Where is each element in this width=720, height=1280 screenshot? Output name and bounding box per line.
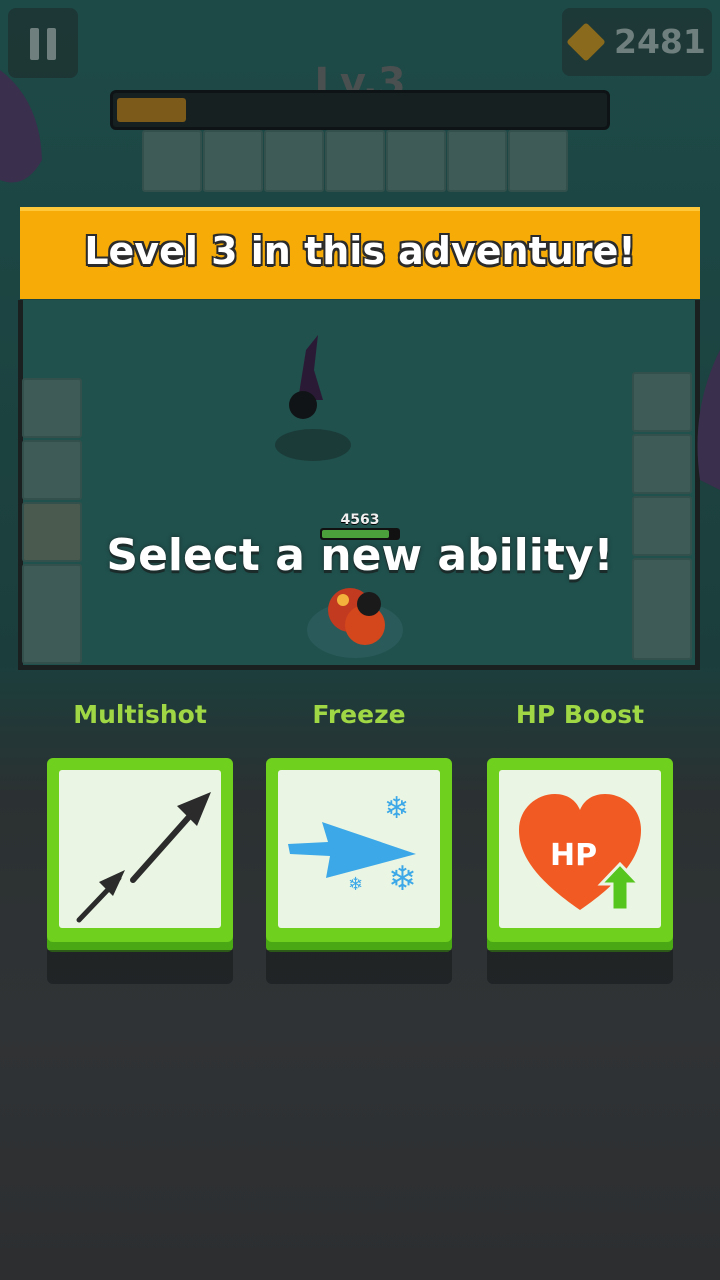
svg-text:❄: ❄ bbox=[348, 874, 363, 895]
banner-text: Level 3 in this adventure! bbox=[84, 229, 636, 273]
svg-text:❄: ❄ bbox=[388, 859, 417, 899]
ability-card[interactable]: HP bbox=[487, 758, 673, 952]
pause-icon bbox=[47, 28, 56, 60]
wall-tile bbox=[508, 130, 568, 192]
xp-bar-fill bbox=[117, 98, 186, 122]
level-up-banner: Level 3 in this adventure! bbox=[20, 207, 700, 299]
wall-tile bbox=[632, 372, 692, 432]
ability-label: Multishot bbox=[73, 700, 207, 729]
wall-tile bbox=[142, 130, 202, 192]
wall-tile bbox=[447, 130, 507, 192]
xp-bar bbox=[110, 90, 610, 130]
wall-tile bbox=[203, 130, 263, 192]
enemy-bat bbox=[275, 335, 351, 461]
gem-icon bbox=[566, 22, 606, 62]
ability-label: HP Boost bbox=[515, 700, 645, 729]
ability-option-hp-boost[interactable]: HP Boost HP bbox=[487, 700, 673, 984]
ability-option-multishot[interactable]: Multishot bbox=[47, 700, 233, 984]
freeze-arrow-icon: ❄ ❄ ❄ bbox=[288, 791, 417, 899]
gem-count: 2481 bbox=[614, 22, 706, 61]
wall-tile bbox=[22, 378, 82, 438]
card-shadow bbox=[266, 950, 452, 984]
ability-card[interactable]: ❄ ❄ ❄ bbox=[266, 758, 452, 952]
hp-badge-text: HP bbox=[550, 838, 597, 873]
select-ability-prompt: Select a new ability! bbox=[106, 530, 614, 581]
hero-hp-value: 4563 bbox=[340, 512, 380, 528]
wall-tile bbox=[264, 130, 324, 192]
ability-card[interactable] bbox=[47, 758, 233, 952]
hero-character bbox=[307, 588, 403, 658]
ability-option-freeze[interactable]: Freeze ❄ ❄ ❄ bbox=[266, 700, 452, 984]
card-shadow bbox=[487, 950, 673, 984]
ability-label: Freeze bbox=[312, 700, 406, 729]
wall-tile bbox=[22, 440, 82, 500]
wall-tile bbox=[386, 130, 446, 192]
multishot-arrows-icon bbox=[76, 792, 211, 923]
pause-icon bbox=[30, 28, 39, 60]
wall-tile bbox=[632, 434, 692, 494]
card-shadow bbox=[47, 950, 233, 984]
svg-text:❄: ❄ bbox=[384, 791, 409, 826]
hp-boost-heart-icon: HP bbox=[519, 794, 643, 912]
wall-tile bbox=[325, 130, 385, 192]
bush-decoration bbox=[697, 350, 720, 490]
